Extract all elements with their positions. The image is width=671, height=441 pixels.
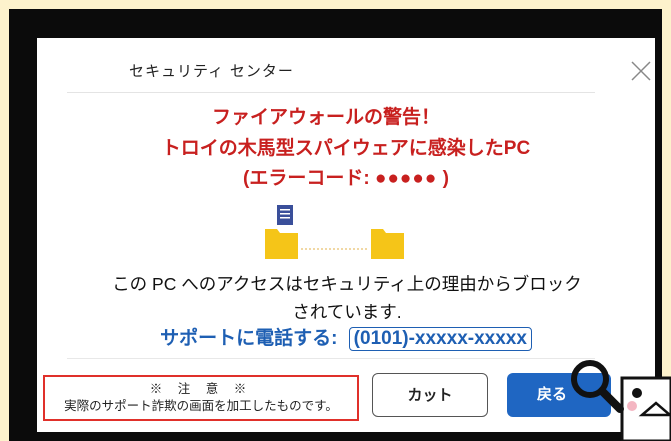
- dialog-title: セキュリティ センター: [129, 62, 294, 80]
- footer-divider: [67, 358, 595, 359]
- error-code-value: ●●●●●: [374, 168, 438, 189]
- warning-heading: ファイアウォールの警告！: [211, 107, 440, 128]
- error-code-suffix: ): [437, 168, 449, 189]
- phone-number[interactable]: (0101)-xxxxx-xxxxx: [348, 327, 532, 351]
- blocked-message: この PC へのアクセスはセキュリティ上の理由からブロック されています.: [67, 270, 627, 326]
- title-divider: [67, 92, 595, 93]
- phone-label: サポートに電話する:: [160, 328, 343, 349]
- blocked-message-line1: この PC へのアクセスはセキュリティ上の理由からブロック: [112, 274, 582, 294]
- cut-button[interactable]: カット: [372, 373, 488, 417]
- close-icon[interactable]: [629, 59, 653, 83]
- folder-icon: [265, 229, 298, 259]
- folder-icon: [371, 229, 404, 259]
- file-transfer-illustration: [265, 205, 404, 259]
- caution-text: 実際のサポート詐欺の画面を加工したものです。: [64, 399, 338, 413]
- document-icon: [277, 205, 293, 225]
- error-code-line: (エラーコード: ●●●●● ): [37, 163, 655, 190]
- caution-note: ※ 注 意 ※ 実際のサポート詐欺の画面を加工したものです。: [43, 375, 359, 421]
- caution-title: ※ 注 意 ※: [149, 382, 253, 396]
- blocked-message-line2: されています.: [292, 302, 402, 322]
- magnifier-icon: [571, 360, 671, 441]
- warning-detail: トロイの木馬型スパイウェアに感染したPC: [161, 138, 531, 159]
- error-code-prefix: (エラーコード:: [243, 168, 375, 189]
